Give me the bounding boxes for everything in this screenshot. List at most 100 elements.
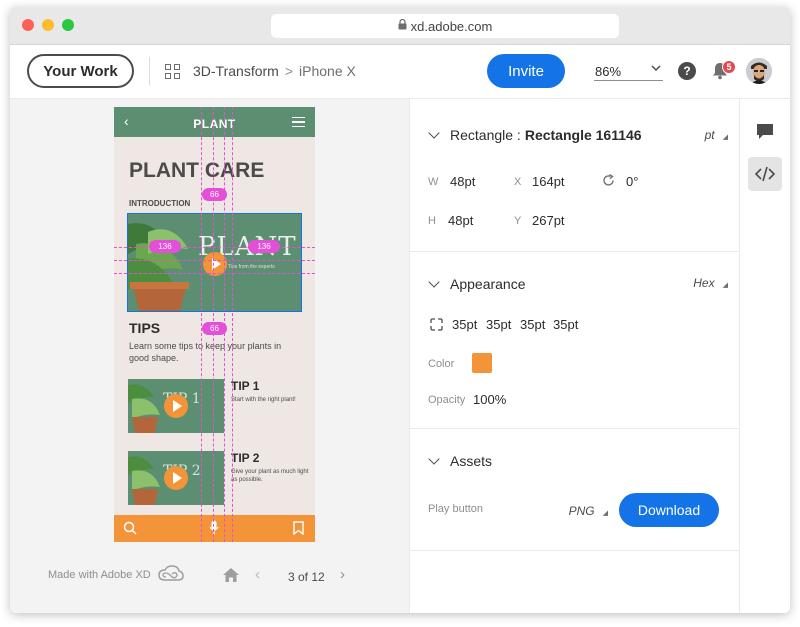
tips-heading: TIPS <box>129 320 161 336</box>
width-label: W <box>428 176 439 188</box>
rectangle-section-toggle[interactable]: Rectangle : Rectangle 161146 <box>428 127 642 143</box>
help-icon[interactable]: ? <box>678 62 696 80</box>
microphone-icon[interactable] <box>209 520 219 536</box>
spacing-label-right: 136 <box>248 240 280 253</box>
unit-select[interactable]: pt ◢ <box>705 128 728 142</box>
triangle-icon: ◢ <box>602 510 608 517</box>
header-divider <box>149 57 150 85</box>
opacity-label: Opacity <box>428 394 466 406</box>
maximize-window-button[interactable] <box>62 19 74 31</box>
assets-section: Assets Play button PNG ◢ Download <box>410 429 740 551</box>
creative-cloud-icon <box>158 565 184 581</box>
assets-section-toggle[interactable]: Assets <box>428 453 493 469</box>
made-with-xd-label: Made with Adobe XD <box>48 569 151 581</box>
phone-heading: PLANT CARE <box>129 159 265 182</box>
browser-window: xd.adobe.com Your Work 3D-Transform > iP… <box>10 7 790 613</box>
corner-radius-icon <box>430 318 443 331</box>
download-button[interactable]: Download <box>619 493 719 527</box>
spacing-label-bottom: 66 <box>202 322 227 335</box>
browser-toolbar: xd.adobe.com <box>10 7 790 45</box>
measure-guide <box>114 260 315 261</box>
play-button[interactable] <box>164 394 188 418</box>
tip-card[interactable]: TIP 2 <box>128 451 224 505</box>
comment-icon <box>757 124 773 139</box>
rotation-value[interactable]: 0° <box>626 174 638 189</box>
layer-type-label: Rectangle : <box>450 127 521 143</box>
inspect-button[interactable] <box>748 157 782 191</box>
phone-nav-bar: ‹ PLANT <box>114 107 315 137</box>
chevron-down-icon <box>428 127 440 139</box>
minimize-window-button[interactable] <box>42 19 54 31</box>
home-icon[interactable] <box>222 567 240 583</box>
height-value[interactable]: 48pt <box>448 213 473 228</box>
opacity-value[interactable]: 100% <box>473 392 506 407</box>
right-rail <box>739 99 790 613</box>
corner-radius-value[interactable]: 35pt <box>486 317 511 332</box>
x-value[interactable]: 164pt <box>532 174 565 189</box>
your-work-button[interactable]: Your Work <box>27 54 134 88</box>
asset-name: Play button <box>428 503 484 515</box>
chevron-down-icon <box>651 63 661 76</box>
width-value[interactable]: 48pt <box>450 174 475 189</box>
zoom-value: 86% <box>595 64 622 79</box>
intro-label: INTRODUCTION <box>129 199 191 208</box>
corner-radius-value[interactable]: 35pt <box>520 317 545 332</box>
color-label: Color <box>428 358 455 370</box>
assets-title: Assets <box>450 453 493 469</box>
color-format-select[interactable]: Hex ◢ <box>693 276 728 290</box>
triangle-icon: ◢ <box>722 282 728 289</box>
chevron-down-icon <box>428 453 440 465</box>
corner-radius-value[interactable]: 35pt <box>553 317 578 332</box>
avatar[interactable] <box>746 58 772 84</box>
notification-badge: 5 <box>722 60 736 74</box>
appearance-title: Appearance <box>450 276 526 292</box>
invite-button[interactable]: Invite <box>487 54 565 88</box>
hamburger-icon[interactable] <box>292 117 305 127</box>
spacing-label-left: 136 <box>149 240 181 253</box>
chevron-down-icon <box>428 276 440 288</box>
breadcrumb-project[interactable]: 3D-Transform <box>193 63 279 79</box>
close-window-button[interactable] <box>22 19 34 31</box>
measure-guide <box>114 247 315 248</box>
hero-subtitle: Tips from the experts <box>228 264 275 270</box>
appearance-section-toggle[interactable]: Appearance <box>428 276 526 292</box>
measure-guide <box>114 273 315 274</box>
rotation-icon <box>603 174 614 186</box>
tip-text: Give your plant as much light as possibl… <box>231 469 309 483</box>
bookmark-icon[interactable] <box>293 521 304 535</box>
height-label: H <box>428 215 436 227</box>
search-icon[interactable] <box>123 521 137 535</box>
appearance-section: Appearance Hex ◢ 35pt 35pt 35pt 35pt Colo… <box>410 252 740 429</box>
y-value[interactable]: 267pt <box>532 213 565 228</box>
color-format-value: Hex <box>693 276 715 290</box>
address-bar[interactable]: xd.adobe.com <box>271 14 619 38</box>
artboard-iphone[interactable]: ‹ PLANT PLANT CARE INTRODUCTION PLANT Ti… <box>114 107 315 542</box>
lock-icon <box>398 18 407 33</box>
play-button[interactable] <box>164 466 188 490</box>
tip-text: Start with the right plant! <box>231 397 296 403</box>
phone-nav-title: PLANT <box>193 117 236 131</box>
next-artboard-icon[interactable]: › <box>340 566 345 583</box>
layer-name: Rectangle 161146 <box>524 127 642 143</box>
tip-title: TIP 2 <box>231 451 260 465</box>
app-header: Your Work 3D-Transform > iPhone X Invite… <box>10 45 790 99</box>
breadcrumb: 3D-Transform > iPhone X <box>193 63 356 79</box>
artboard-pager: 3 of 12 <box>288 570 325 584</box>
measure-guide <box>232 107 233 542</box>
grid-icon[interactable] <box>165 64 180 79</box>
color-swatch[interactable] <box>472 353 492 373</box>
inspect-panel: Rectangle : Rectangle 161146 pt ◢ W 48pt … <box>409 99 740 613</box>
corner-radius-value[interactable]: 35pt <box>452 317 477 332</box>
hero-video-card[interactable]: PLANT Tips from the experts <box>127 213 302 312</box>
prototype-preview: ‹ PLANT PLANT CARE INTRODUCTION PLANT Ti… <box>10 99 409 613</box>
zoom-select[interactable]: 86% <box>594 61 663 81</box>
export-format-value: PNG <box>568 504 595 518</box>
y-label: Y <box>514 215 522 227</box>
previous-artboard-icon[interactable]: ‹ <box>255 566 260 583</box>
spacing-label-top: 66 <box>202 188 227 201</box>
comments-button[interactable] <box>748 115 782 149</box>
rectangle-section: Rectangle : Rectangle 161146 pt ◢ W 48pt … <box>410 99 740 252</box>
breadcrumb-artboard[interactable]: iPhone X <box>299 63 356 79</box>
export-format-select[interactable]: PNG ◢ <box>569 504 608 518</box>
tip-card[interactable]: TIP 1 <box>128 379 224 433</box>
